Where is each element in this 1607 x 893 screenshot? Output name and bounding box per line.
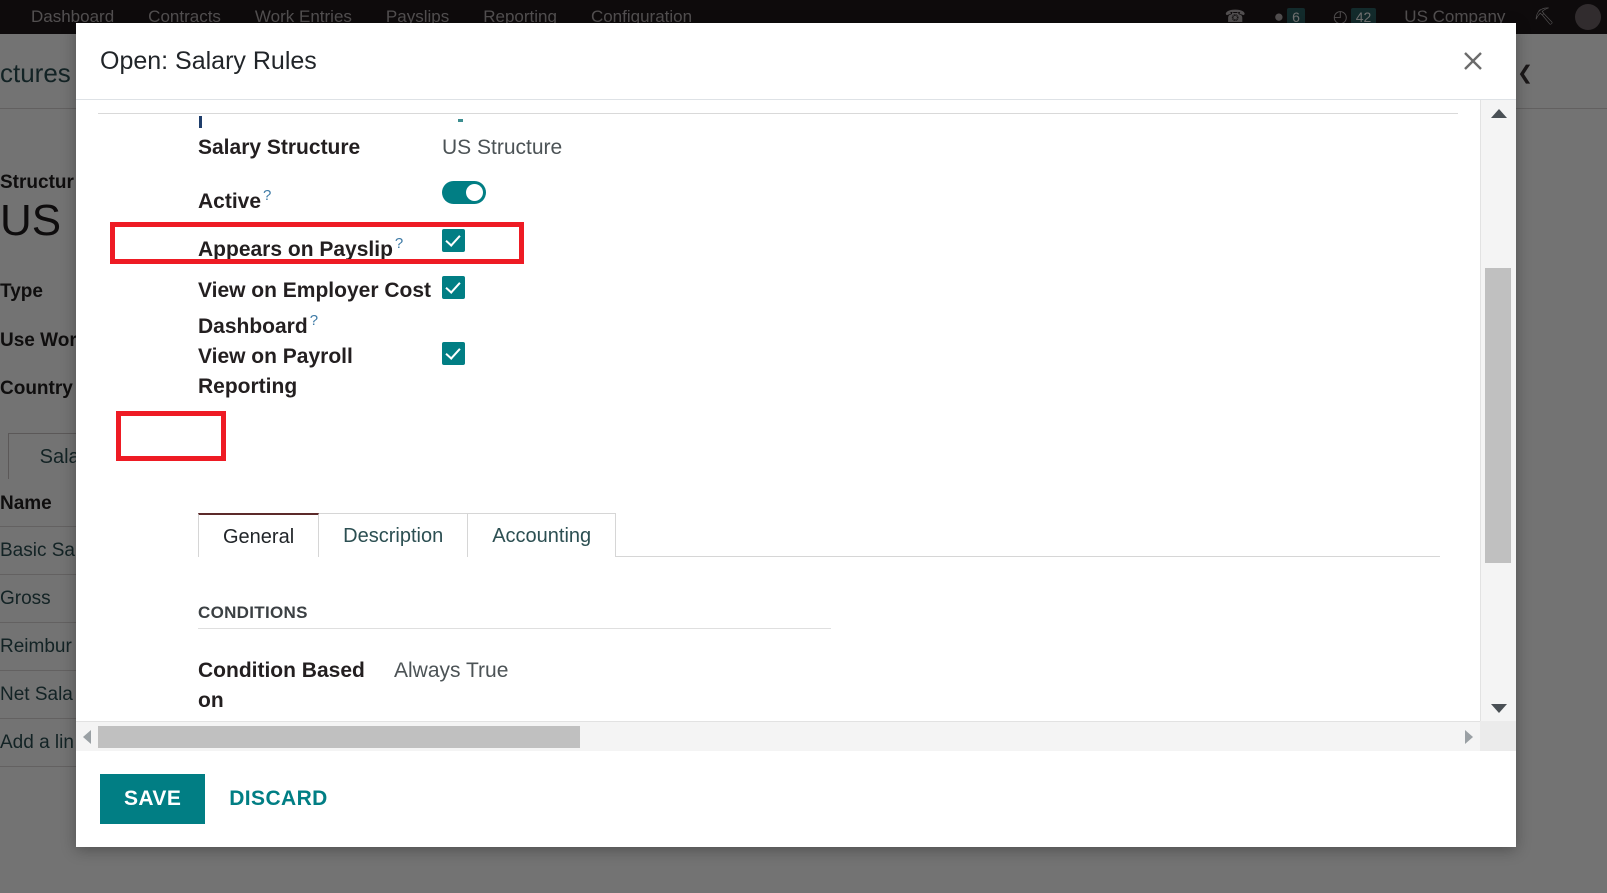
appears-on-payslip-checkbox[interactable] — [442, 229, 465, 252]
view-on-payroll-reporting-checkbox[interactable] — [442, 342, 465, 365]
triangle-down-icon[interactable] — [1481, 697, 1516, 719]
field-salary-structure: Salary Structure US Structure — [198, 133, 562, 163]
dialog-footer: SAVE DISCARD — [76, 751, 1516, 847]
close-icon[interactable] — [1456, 44, 1490, 78]
clipped-field-fragment — [199, 116, 202, 128]
vertical-scrollbar[interactable] — [1480, 100, 1516, 721]
horizontal-scrollbar[interactable] — [76, 721, 1480, 751]
field-view-on-employer-cost-dashboard: View on Employer Cost Dashboard? — [198, 276, 465, 342]
horizontal-scrollbar-thumb[interactable] — [98, 726, 580, 748]
scrollbar-corner — [1480, 721, 1516, 751]
section-title-conditions: CONDITIONS — [198, 603, 308, 622]
dialog-scroll-content: Salary Structure US Structure Active? Ap… — [76, 100, 1480, 721]
tab-accounting[interactable]: Accounting — [468, 513, 617, 557]
field-active: Active? — [198, 181, 486, 217]
field-label: Condition Based on — [198, 659, 365, 712]
discard-button[interactable]: DISCARD — [215, 774, 341, 824]
field-value-salary-structure[interactable]: US Structure — [442, 133, 562, 163]
divider — [98, 113, 1458, 114]
dialog-body: Salary Structure US Structure Active? Ap… — [76, 100, 1516, 751]
help-icon[interactable]: ? — [395, 235, 403, 252]
triangle-left-icon[interactable] — [76, 722, 98, 752]
active-toggle[interactable] — [442, 181, 486, 204]
field-label: Salary Structure — [198, 136, 361, 159]
tab-general[interactable]: General — [198, 513, 320, 557]
vertical-scrollbar-thumb[interactable] — [1485, 268, 1511, 563]
dialog-title: Open: Salary Rules — [100, 46, 317, 75]
screen: Dashboard Contracts Work Entries Payslip… — [0, 0, 1607, 893]
triangle-up-icon[interactable] — [1481, 102, 1516, 124]
tab-description[interactable]: Description — [319, 513, 469, 557]
field-label: Appears on Payslip? — [198, 235, 404, 261]
field-condition-based-on: Condition Based on Always True — [198, 656, 508, 716]
field-label: View on Employer Cost Dashboard? — [198, 279, 431, 338]
dialog-tabs: General Description Accounting — [198, 513, 1440, 557]
triangle-right-icon[interactable] — [1458, 722, 1480, 752]
field-value-condition-based-on[interactable]: Always True — [394, 656, 508, 686]
toggle-knob — [466, 184, 483, 201]
view-on-employer-cost-dashboard-checkbox[interactable] — [442, 276, 465, 299]
field-label: View on Payroll Reporting — [198, 345, 353, 398]
save-button[interactable]: SAVE — [100, 774, 206, 824]
dialog-header: Open: Salary Rules — [76, 23, 1516, 100]
divider — [198, 628, 831, 629]
field-label: Active? — [198, 187, 272, 213]
field-appears-on-payslip: Appears on Payslip? — [198, 229, 465, 265]
help-icon[interactable]: ? — [263, 187, 271, 204]
clipped-field-fragment — [458, 119, 463, 122]
help-icon[interactable]: ? — [310, 312, 318, 329]
salary-rules-dialog: Open: Salary Rules Salary Structure US S… — [76, 23, 1516, 847]
field-view-on-payroll-reporting: View on Payroll Reporting — [198, 342, 465, 402]
